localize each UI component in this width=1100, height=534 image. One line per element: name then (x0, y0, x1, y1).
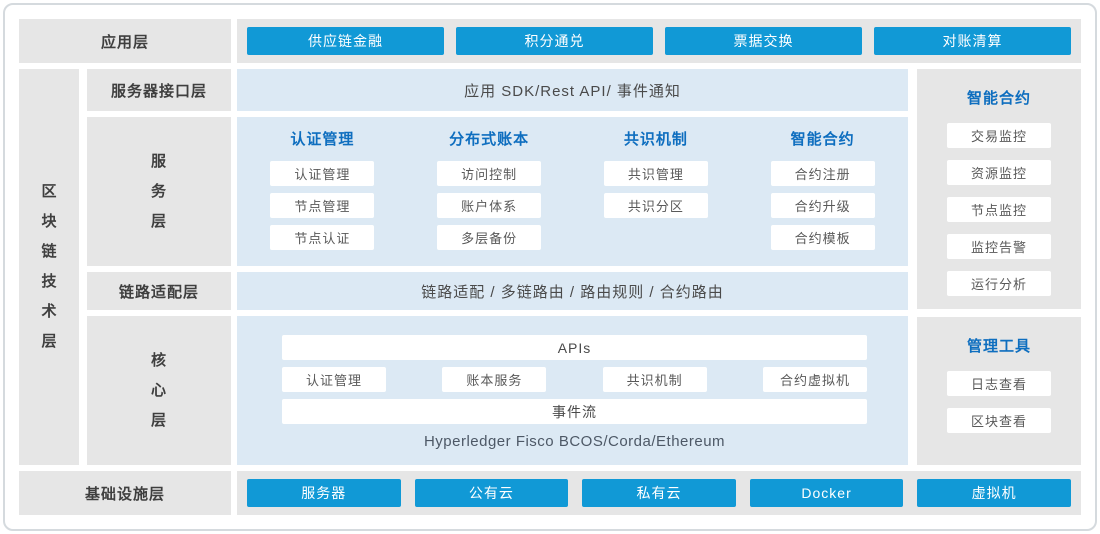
service-column-consensus: 共识机制 共识管理 共识分区 (573, 117, 740, 266)
blockchain-tech-layer-row: 区块链技术层 服务器接口层 服务层 链路适配层 核心层 应用 SDK/Rest … (19, 69, 1081, 465)
core-layer-label: 核心层 (87, 316, 231, 465)
blockchain-tech-layer-label: 区块链技术层 (41, 177, 58, 357)
service-column-smart-contract-header: 智能合约 (791, 130, 855, 150)
event-stream-bar: 事件流 (282, 399, 867, 424)
panel-chip-block-view[interactable]: 区块查看 (947, 408, 1051, 433)
service-column-auth-header: 认证管理 (290, 130, 354, 150)
service-layer-content: 认证管理 认证管理 节点管理 节点认证 分布式账本 访问控制 账户体系 多层备份… (237, 117, 908, 266)
service-chip-multilayer-backup[interactable]: 多层备份 (437, 225, 541, 250)
panel-chip-monitor-alert[interactable]: 监控告警 (947, 234, 1051, 259)
app-button-supply-chain-finance[interactable]: 供应链金融 (247, 27, 444, 55)
service-chip-auth-management[interactable]: 认证管理 (270, 161, 374, 186)
infrastructure-layer-row: 基础设施层 服务器 公有云 私有云 Docker 虚拟机 (19, 471, 1081, 515)
panel-chip-log-view[interactable]: 日志查看 (947, 371, 1051, 396)
link-adapter-band: 链路适配 / 多链路由 / 路由规则 / 合约路由 (237, 272, 908, 310)
infra-button-docker[interactable]: Docker (750, 479, 904, 507)
blockchain-tech-layer-bar: 区块链技术层 (19, 69, 79, 465)
infrastructure-layer-label: 基础设施层 (19, 471, 231, 515)
service-chip-consensus-management[interactable]: 共识管理 (604, 161, 708, 186)
service-column-auth: 认证管理 认证管理 节点管理 节点认证 (239, 117, 406, 266)
application-layer-row: 应用层 供应链金融 积分通兑 票据交换 对账清算 (19, 19, 1081, 63)
management-tools-panel-title: 管理工具 (967, 335, 1031, 356)
infra-button-private-cloud[interactable]: 私有云 (582, 479, 736, 507)
service-chip-account-system[interactable]: 账户体系 (437, 193, 541, 218)
service-column-ledger-header: 分布式账本 (449, 130, 529, 150)
service-layer-label-text: 服务层 (151, 147, 168, 237)
service-column-smart-contract: 智能合约 合约注册 合约升级 合约模板 (739, 117, 906, 266)
service-chip-contract-template[interactable]: 合约模板 (771, 225, 875, 250)
core-chip-contract-vm[interactable]: 合约虚拟机 (763, 367, 867, 392)
apis-bar: APIs (282, 335, 867, 360)
infrastructure-button-strip: 服务器 公有云 私有云 Docker 虚拟机 (237, 471, 1081, 515)
service-chip-contract-upgrade[interactable]: 合约升级 (771, 193, 875, 218)
core-layer-content: APIs 认证管理 账本服务 共识机制 合约虚拟机 事件流 Hyperledge… (237, 316, 908, 465)
adapter-layer-label: 链路适配层 (87, 272, 231, 310)
core-chip-consensus-mechanism[interactable]: 共识机制 (603, 367, 707, 392)
sublayer-content-column: 应用 SDK/Rest API/ 事件通知 认证管理 认证管理 节点管理 节点认… (237, 69, 908, 465)
platforms-text: Hyperledger Fisco BCOS/Corda/Ethereum (282, 433, 867, 450)
core-chip-ledger-service[interactable]: 账本服务 (442, 367, 546, 392)
core-modules-row: 认证管理 账本服务 共识机制 合约虚拟机 (282, 367, 867, 392)
infra-button-public-cloud[interactable]: 公有云 (415, 479, 569, 507)
service-column-ledger: 分布式账本 访问控制 账户体系 多层备份 (406, 117, 573, 266)
service-chip-contract-register[interactable]: 合约注册 (771, 161, 875, 186)
app-button-bill-exchange[interactable]: 票据交换 (665, 27, 862, 55)
panel-chip-transaction-monitor[interactable]: 交易监控 (947, 123, 1051, 148)
application-layer-label: 应用层 (19, 19, 231, 63)
application-button-strip: 供应链金融 积分通兑 票据交换 对账清算 (237, 19, 1081, 63)
service-column-consensus-header: 共识机制 (624, 130, 688, 150)
app-button-reconciliation[interactable]: 对账清算 (874, 27, 1071, 55)
panel-chip-node-monitor[interactable]: 节点监控 (947, 197, 1051, 222)
service-chip-access-control[interactable]: 访问控制 (437, 161, 541, 186)
interface-layer-label: 服务器接口层 (87, 69, 231, 111)
smart-contract-panel-title: 智能合约 (967, 87, 1031, 108)
sdk-api-band: 应用 SDK/Rest API/ 事件通知 (237, 69, 908, 111)
service-chip-node-auth[interactable]: 节点认证 (270, 225, 374, 250)
infra-button-server[interactable]: 服务器 (247, 479, 401, 507)
core-layer-label-text: 核心层 (151, 346, 168, 436)
service-chip-node-management[interactable]: 节点管理 (270, 193, 374, 218)
panel-chip-resource-monitor[interactable]: 资源监控 (947, 160, 1051, 185)
app-button-points-exchange[interactable]: 积分通兑 (456, 27, 653, 55)
service-chip-consensus-partition[interactable]: 共识分区 (604, 193, 708, 218)
infra-button-vm[interactable]: 虚拟机 (917, 479, 1071, 507)
right-panels-column: 智能合约 交易监控 资源监控 节点监控 监控告警 运行分析 管理工具 日志查看 … (917, 69, 1081, 465)
sublayer-labels-column: 服务器接口层 服务层 链路适配层 核心层 (87, 69, 231, 465)
service-layer-label: 服务层 (87, 117, 231, 266)
core-chip-auth-management[interactable]: 认证管理 (282, 367, 386, 392)
diagram-frame: 应用层 供应链金融 积分通兑 票据交换 对账清算 区块链技术层 服务器接口层 服… (3, 3, 1097, 531)
panel-chip-operation-analysis[interactable]: 运行分析 (947, 271, 1051, 296)
management-tools-panel: 管理工具 日志查看 区块查看 (917, 317, 1081, 465)
smart-contract-panel: 智能合约 交易监控 资源监控 节点监控 监控告警 运行分析 (917, 69, 1081, 309)
